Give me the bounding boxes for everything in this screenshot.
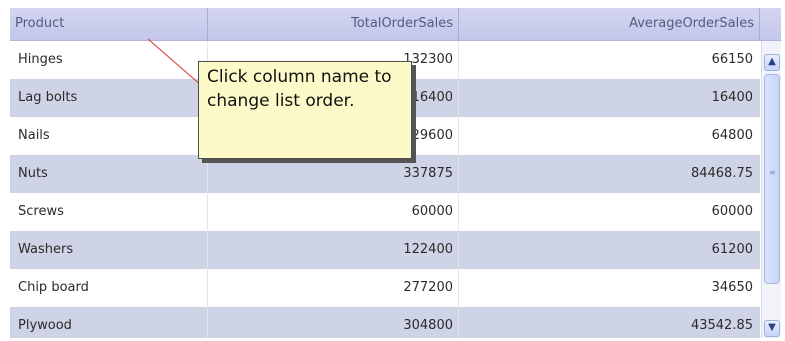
table-row[interactable]: Nuts 337875 84468.75 (10, 155, 760, 193)
product-cell: Hinges (10, 41, 208, 79)
product-cell: Screws (10, 193, 208, 231)
average-order-sales-cell: 34650 (711, 280, 753, 295)
average-order-sales-cell: 60000 (711, 204, 753, 219)
table-row[interactable]: Plywood 304800 43542.85 (10, 307, 760, 338)
data-grid: Product TotalOrderSales AverageOrderSale… (10, 8, 781, 338)
table-row[interactable]: Chip board 277200 34650 (10, 269, 760, 307)
header-corner (760, 8, 781, 40)
total-order-sales-cell: 304800 (208, 307, 459, 338)
total-order-sales-cell: 60000 (208, 193, 459, 231)
product-cell: Lag bolts (10, 79, 208, 117)
total-order-sales-cell: 337875 (208, 155, 459, 193)
average-order-sales-cell: 16400 (711, 90, 753, 105)
product-cell: Washers (10, 231, 208, 269)
average-order-sales-cell: 64800 (711, 128, 753, 143)
product-cell: Chip board (10, 269, 208, 307)
product-cell: Nuts (10, 155, 208, 193)
column-header-total-order-sales[interactable]: TotalOrderSales (208, 8, 459, 40)
help-callout: Click column name to change list order. (198, 61, 412, 159)
chevron-up-icon[interactable]: ▲ (764, 54, 780, 71)
table-row[interactable]: Screws 60000 60000 (10, 193, 760, 231)
column-header-average-order-sales[interactable]: AverageOrderSales (459, 8, 760, 40)
vertical-scrollbar[interactable]: ▲ ≡ ▼ (761, 41, 781, 338)
total-order-sales-cell: 277200 (208, 269, 459, 307)
table-row[interactable]: Washers 122400 61200 (10, 231, 760, 269)
chevron-down-icon[interactable]: ▼ (764, 320, 780, 337)
average-order-sales-cell: 61200 (711, 242, 753, 257)
scrollbar-thumb[interactable]: ≡ (764, 74, 780, 284)
average-order-sales-cell: 66150 (711, 52, 753, 67)
average-order-sales-cell: 43542.85 (690, 318, 753, 333)
total-order-sales-cell: 122400 (208, 231, 459, 269)
product-cell: Plywood (10, 307, 208, 338)
average-order-sales-cell: 84468.75 (690, 166, 753, 181)
grip-icon: ≡ (769, 168, 776, 177)
grid-header: Product TotalOrderSales AverageOrderSale… (10, 8, 781, 41)
product-cell: Nails (10, 117, 208, 155)
column-header-product[interactable]: Product (10, 8, 208, 40)
